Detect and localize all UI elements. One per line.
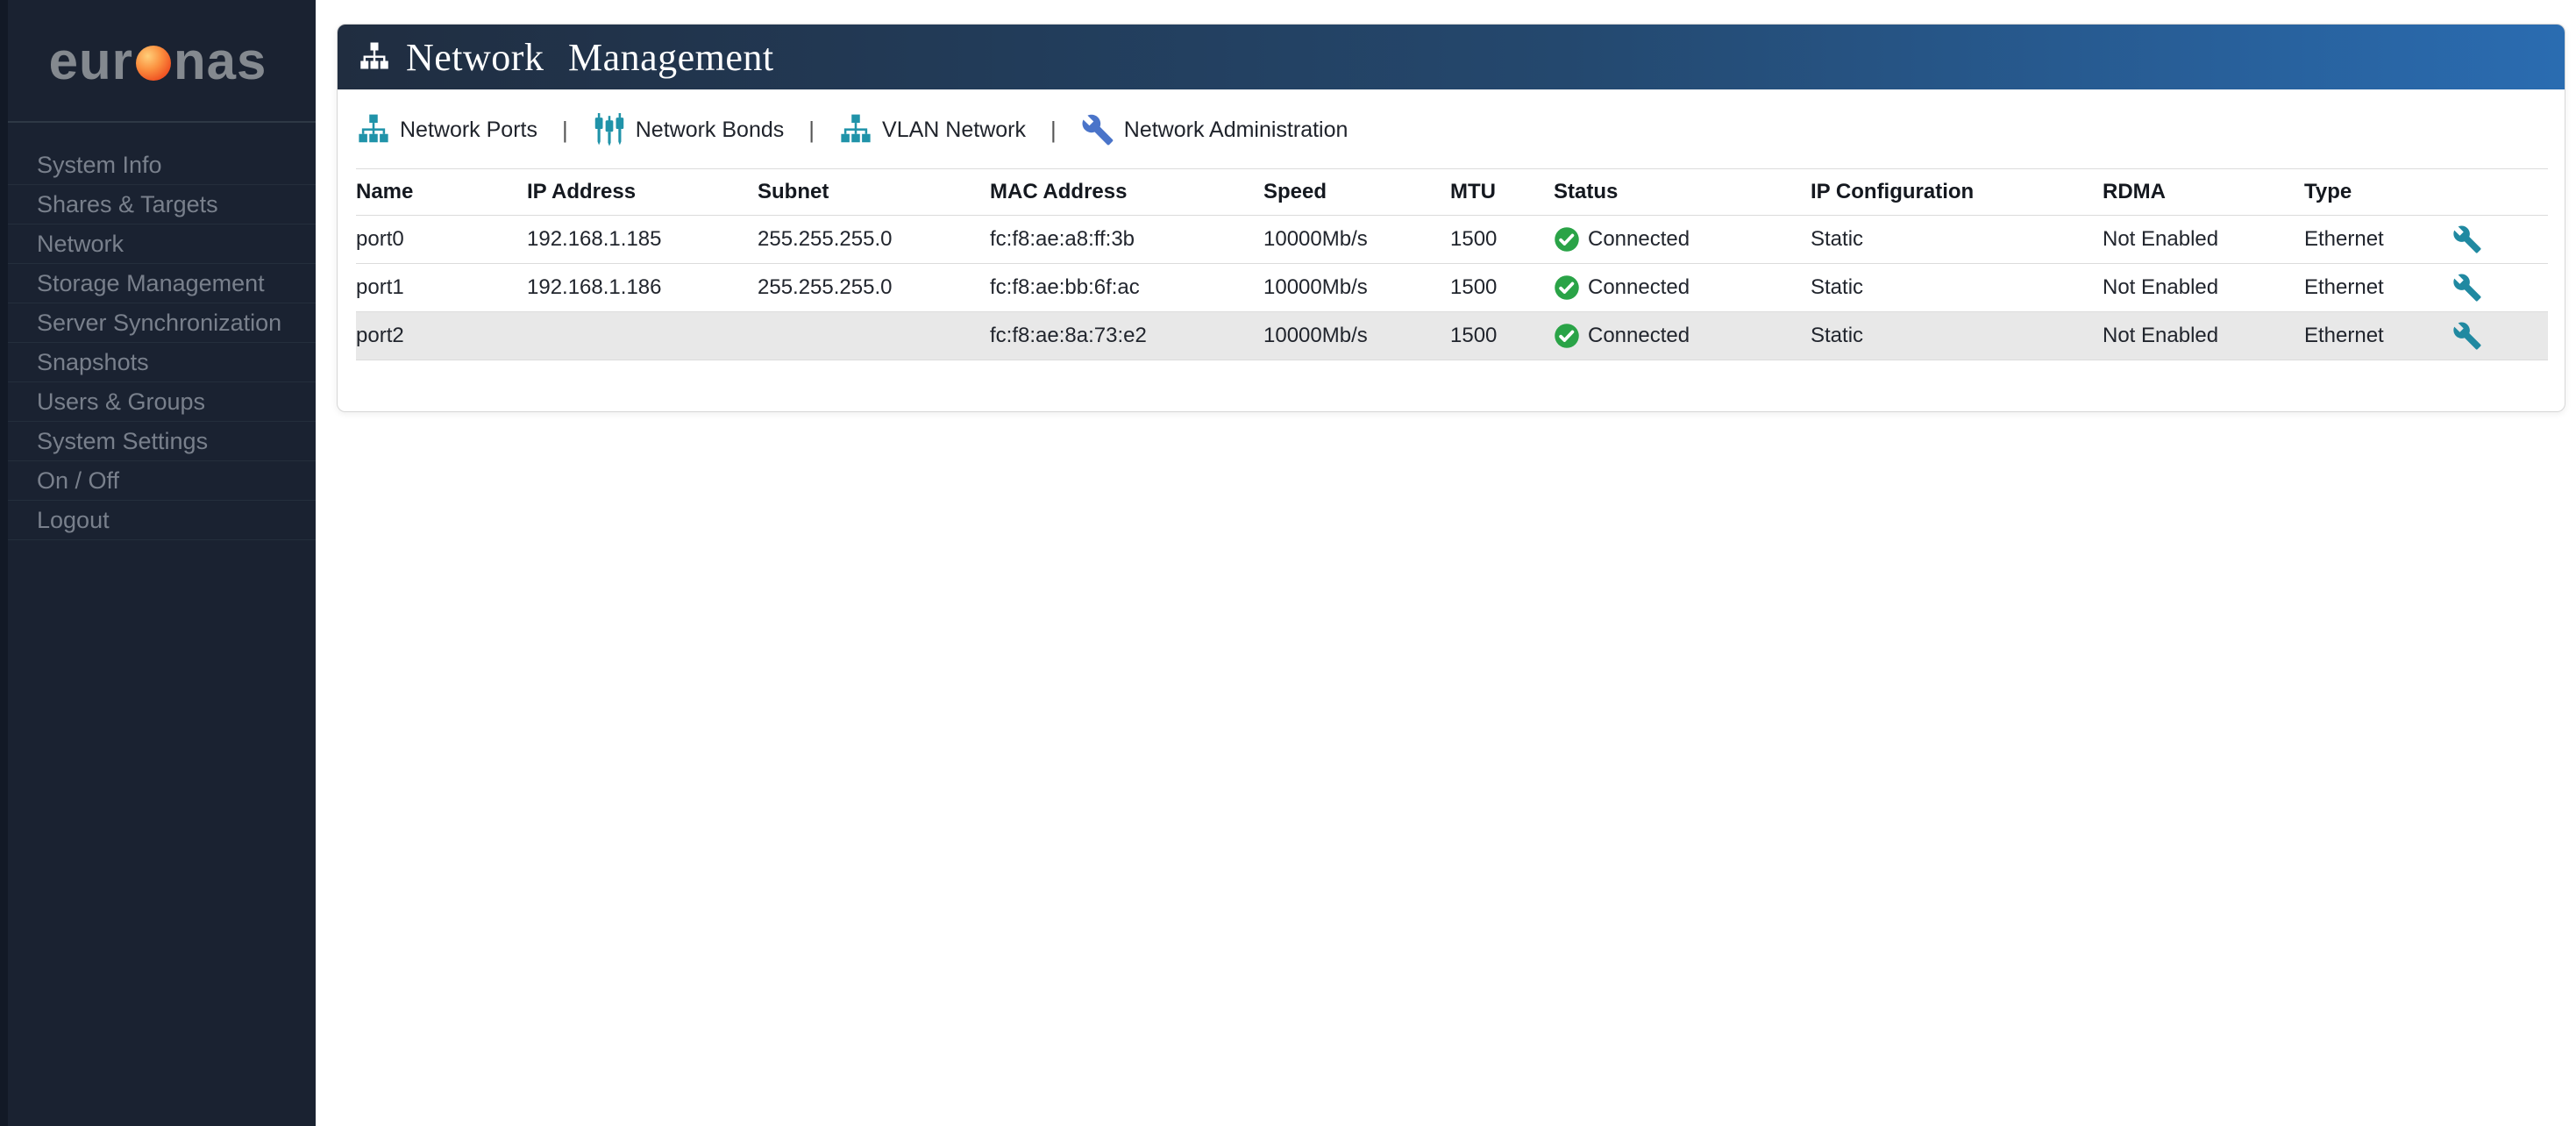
toolbar: Network Ports | Network Bonds | VLAN Net… [338,89,2565,146]
sidebar-item-system-settings[interactable]: System Settings [0,422,316,461]
page-title: Network Management [406,35,774,79]
col-ip-configuration: IP Configuration [1811,168,2103,216]
check-circle-icon [1555,275,1579,300]
wrench-icon [2453,225,2481,253]
toolbar-separator: | [1050,116,1057,143]
network-ports-link[interactable]: Network Ports [357,113,537,146]
sidebar-item-users-groups[interactable]: Users & Groups [0,382,316,422]
port-rdma: Not Enabled [2103,215,2304,264]
col-ip-address: IP Address [527,168,758,216]
table-row[interactable]: port0 192.168.1.185 255.255.255.0 fc:f8:… [356,215,2548,264]
port-mtu: 1500 [1450,215,1554,264]
port-ip [527,311,758,360]
network-bonds-label: Network Bonds [635,117,785,142]
port-speed: 10000Mb/s [1263,215,1450,264]
col-status: Status [1554,168,1811,216]
port-type: Ethernet [2304,215,2447,264]
toolbar-separator: | [808,116,815,143]
network-tree-icon [841,114,871,143]
toolbar-separator: | [561,116,568,143]
sidebar-item-network[interactable]: Network [0,224,316,264]
port-actions [2447,311,2548,360]
status-label: Connected [1588,227,1690,251]
port-mtu: 1500 [1450,311,1554,360]
network-bonds-link[interactable]: Network Bonds [593,113,785,146]
network-administration-label: Network Administration [1123,117,1348,142]
sidebar-item-server-synchronization[interactable]: Server Synchronization [0,303,316,343]
port-actions [2447,215,2548,264]
port-mac: fc:f8:ae:8a:73:e2 [990,311,1263,360]
port-ip-config: Static [1811,215,2103,264]
sidebar-item-on-off[interactable]: On / Off [0,461,316,501]
wrench-icon [1082,114,1114,146]
port-status: Connected [1554,215,1811,264]
col-mtu: MTU [1450,168,1554,216]
port-rdma: Not Enabled [2103,263,2304,312]
vlan-network-label: VLAN Network [882,117,1026,142]
sidebar-menu: System Info Shares & Targets Network Sto… [0,123,316,540]
table-row-selected[interactable]: port2 fc:f8:ae:8a:73:e2 10000Mb/s 1500 C… [356,311,2548,360]
logo-text-post: nas [173,31,267,90]
wrench-icon [2453,322,2481,350]
sidebar-item-snapshots[interactable]: Snapshots [0,343,316,382]
col-type: Type [2304,168,2447,216]
status-label: Connected [1588,324,1690,347]
port-subnet: 255.255.255.0 [758,263,990,312]
port-status: Connected [1554,263,1811,312]
port-settings-button[interactable] [2447,321,2548,351]
port-name: port1 [356,263,527,312]
col-rdma: RDMA [2103,168,2304,216]
port-status: Connected [1554,311,1811,360]
port-speed: 10000Mb/s [1263,311,1450,360]
wrench-icon [2453,274,2481,302]
sidebar-item-storage-management[interactable]: Storage Management [0,264,316,303]
col-mac-address: MAC Address [990,168,1263,216]
vlan-network-link[interactable]: VLAN Network [839,113,1026,146]
port-settings-button[interactable] [2447,273,2548,303]
port-type: Ethernet [2304,311,2447,360]
port-actions [2447,263,2548,312]
sidebar-item-shares-targets[interactable]: Shares & Targets [0,185,316,224]
sidebar-item-logout[interactable]: Logout [0,501,316,540]
check-circle-icon [1555,227,1579,252]
port-speed: 10000Mb/s [1263,263,1450,312]
network-administration-link[interactable]: Network Administration [1081,113,1348,146]
network-tree-icon [360,42,388,69]
sidebar: eur nas System Info Shares & Targets Net… [0,0,316,1126]
col-name: Name [356,168,527,216]
port-ip: 192.168.1.185 [527,215,758,264]
port-mtu: 1500 [1450,263,1554,312]
status-label: Connected [1588,275,1690,299]
network-ports-table: Name IP Address Subnet MAC Address Speed… [356,168,2548,360]
port-rdma: Not Enabled [2103,311,2304,360]
sidebar-item-system-info[interactable]: System Info [0,146,316,185]
port-ip-config: Static [1811,311,2103,360]
logo-orange-ball-icon [135,46,171,81]
port-mac: fc:f8:ae:a8:ff:3b [990,215,1263,264]
network-ports-label: Network Ports [400,117,537,142]
network-bonds-icon [594,113,623,146]
col-subnet: Subnet [758,168,990,216]
network-management-panel: Network Management Network Ports | Netwo… [337,24,2565,412]
logo-area: eur nas [0,0,316,123]
col-speed: Speed [1263,168,1450,216]
port-mac: fc:f8:ae:bb:6f:ac [990,263,1263,312]
euronas-logo[interactable]: eur nas [49,31,267,91]
col-actions [2447,168,2548,216]
port-ip-config: Static [1811,263,2103,312]
port-ip: 192.168.1.186 [527,263,758,312]
table-row[interactable]: port1 192.168.1.186 255.255.255.0 fc:f8:… [356,263,2548,312]
port-settings-button[interactable] [2447,224,2548,254]
port-name: port0 [356,215,527,264]
logo-text-pre: eur [48,31,133,90]
port-subnet [758,311,990,360]
table-header-row: Name IP Address Subnet MAC Address Speed… [356,168,2548,216]
port-subnet: 255.255.255.0 [758,215,990,264]
check-circle-icon [1555,324,1579,348]
network-tree-icon [359,114,388,143]
port-type: Ethernet [2304,263,2447,312]
panel-header: Network Management [338,25,2565,89]
port-name: port2 [356,311,527,360]
